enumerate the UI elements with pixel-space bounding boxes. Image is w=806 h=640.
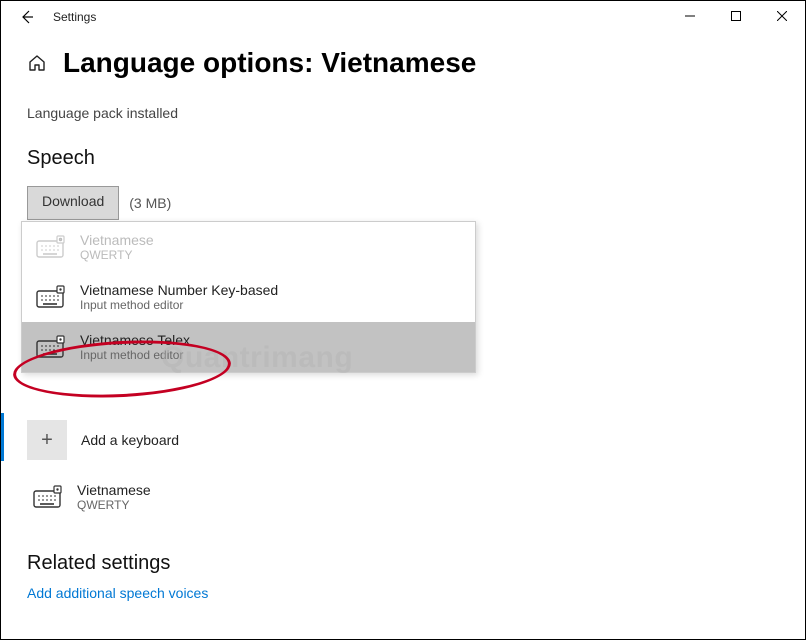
speech-download-row: Download (3 MB) [27, 186, 779, 220]
maximize-icon [731, 11, 741, 21]
dropdown-item-sub: Input method editor [80, 348, 190, 362]
language-pack-status: Language pack installed [27, 105, 779, 121]
window-controls [667, 1, 805, 31]
keyboard-dropdown: Vietnamese QWERTY Vietnamese Number Key-… [21, 221, 476, 373]
download-size: (3 MB) [129, 195, 171, 211]
installed-keyboard-sub: QWERTY [77, 498, 151, 512]
dropdown-item-name: Vietnamese Number Key-based [80, 282, 278, 298]
page-header: Language options: Vietnamese [27, 47, 779, 79]
dropdown-item-name: Vietnamese [80, 232, 154, 248]
accent-bar [1, 413, 4, 461]
close-icon [777, 11, 787, 21]
installed-keyboard-name: Vietnamese [77, 482, 151, 498]
related-settings-heading: Related settings [27, 552, 779, 575]
home-icon[interactable] [27, 53, 47, 73]
dropdown-item-name: Vietnamese Telex [80, 332, 190, 348]
speech-heading: Speech [27, 147, 779, 170]
dropdown-item-vietnamese-number-key[interactable]: Vietnamese Number Key-based Input method… [22, 272, 475, 322]
add-speech-voices-link[interactable]: Add additional speech voices [27, 585, 208, 601]
dropdown-item-sub: QWERTY [80, 248, 154, 262]
page-title: Language options: Vietnamese [63, 47, 476, 79]
close-button[interactable] [759, 1, 805, 31]
download-button[interactable]: Download [27, 186, 119, 220]
minimize-icon [685, 11, 695, 21]
window-title: Settings [45, 10, 96, 24]
back-arrow-icon [19, 9, 35, 25]
add-keyboard-row[interactable]: + Add a keyboard [27, 420, 779, 460]
dropdown-item-vietnamese-qwerty[interactable]: Vietnamese QWERTY [22, 222, 475, 272]
back-button[interactable] [9, 1, 45, 33]
installed-keyboard-item[interactable]: Vietnamese QWERTY [27, 482, 779, 512]
keyboard-icon [33, 485, 63, 509]
add-keyboard-label: Add a keyboard [81, 432, 179, 448]
keyboard-icon [36, 235, 66, 259]
maximize-button[interactable] [713, 1, 759, 31]
keyboard-icon [36, 335, 66, 359]
keyboard-icon [36, 285, 66, 309]
dropdown-item-sub: Input method editor [80, 298, 278, 312]
installed-keyboard-text: Vietnamese QWERTY [77, 482, 151, 512]
minimize-button[interactable] [667, 1, 713, 31]
plus-icon: + [27, 420, 67, 460]
dropdown-item-vietnamese-telex[interactable]: Vietnamese Telex Input method editor [22, 322, 475, 372]
